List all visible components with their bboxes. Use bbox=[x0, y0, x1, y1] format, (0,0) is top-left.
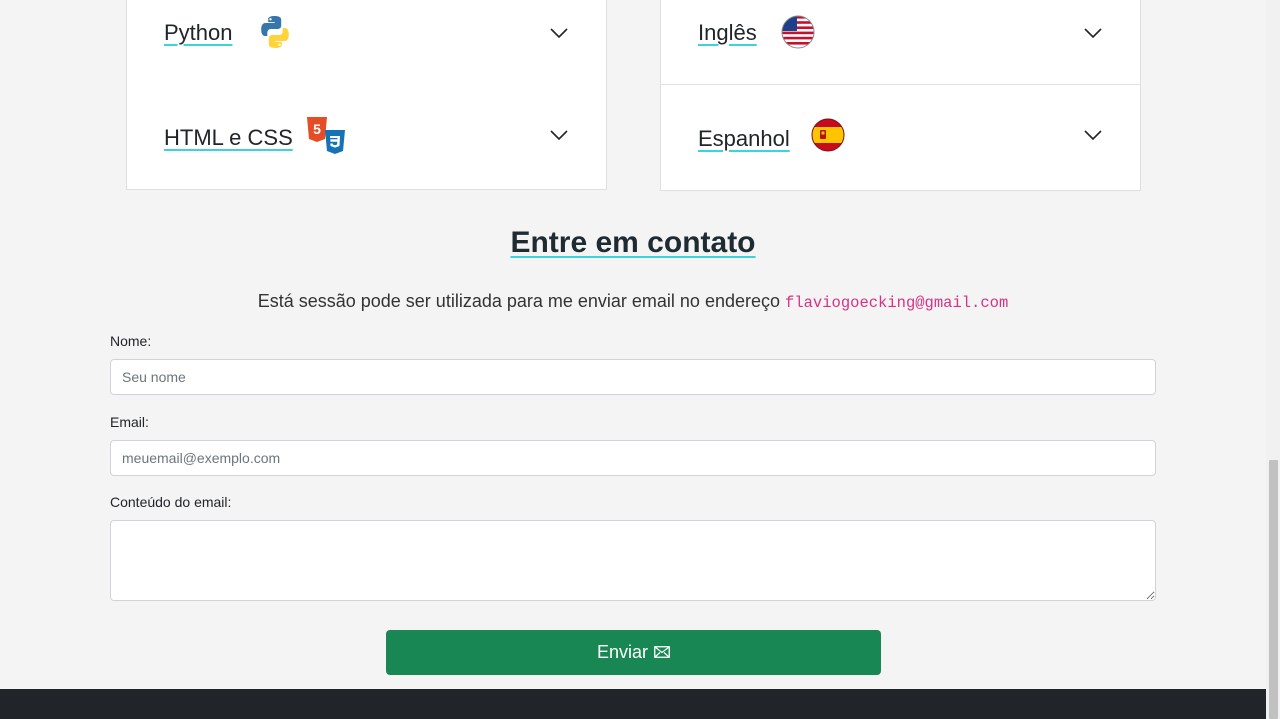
chevron-down-icon[interactable] bbox=[550, 130, 568, 140]
email-label: Email: bbox=[110, 414, 149, 430]
chevron-down-icon[interactable] bbox=[550, 28, 568, 38]
envelope-icon bbox=[654, 642, 670, 663]
spain-flag-icon bbox=[811, 118, 845, 157]
accordion-item-ingles[interactable]: Inglês bbox=[661, 0, 1140, 103]
svg-text:5: 5 bbox=[313, 121, 321, 137]
email-content-textarea[interactable] bbox=[110, 520, 1156, 601]
accordion-label-espanhol[interactable]: Espanhol bbox=[698, 126, 790, 152]
accordion-item-espanhol[interactable]: Espanhol bbox=[661, 104, 1140, 209]
contact-description-text: Está sessão pode ser utilizada para me e… bbox=[257, 291, 781, 311]
accordion-label-ingles[interactable]: Inglês bbox=[698, 20, 757, 46]
skills-accordion-left: Python HTML e CSS 5 bbox=[126, 0, 607, 190]
contact-description: Está sessão pode ser utilizada para me e… bbox=[0, 291, 1266, 312]
contact-title: Entre em contato bbox=[510, 226, 756, 259]
content-label: Conteúdo do email: bbox=[110, 494, 232, 510]
accordion-item-html-css[interactable]: HTML e CSS 5 bbox=[127, 104, 606, 209]
python-icon bbox=[257, 14, 293, 55]
accordion-label-python[interactable]: Python bbox=[164, 20, 233, 46]
send-button-label: Enviar bbox=[596, 642, 649, 662]
accordion-label-html-css[interactable]: HTML e CSS bbox=[164, 125, 293, 151]
accordion-divider bbox=[661, 84, 1140, 85]
name-input[interactable] bbox=[110, 359, 1156, 395]
us-flag-icon bbox=[781, 15, 815, 54]
name-label: Nome: bbox=[110, 333, 152, 349]
skills-accordion-right: Inglês Espanhol bbox=[660, 0, 1141, 191]
chevron-down-icon[interactable] bbox=[1084, 28, 1102, 38]
page-footer bbox=[0, 689, 1266, 719]
chevron-down-icon[interactable] bbox=[1084, 130, 1102, 140]
send-button[interactable]: Enviar bbox=[386, 630, 881, 675]
html-css-icon: 5 bbox=[305, 116, 347, 161]
accordion-item-python[interactable]: Python bbox=[127, 0, 606, 103]
page-scrollbar[interactable] bbox=[1266, 0, 1280, 719]
email-input[interactable] bbox=[110, 440, 1156, 476]
contact-email-address: flaviogoecking@gmail.com bbox=[785, 294, 1009, 312]
scrollbar-thumb[interactable] bbox=[1269, 460, 1278, 719]
